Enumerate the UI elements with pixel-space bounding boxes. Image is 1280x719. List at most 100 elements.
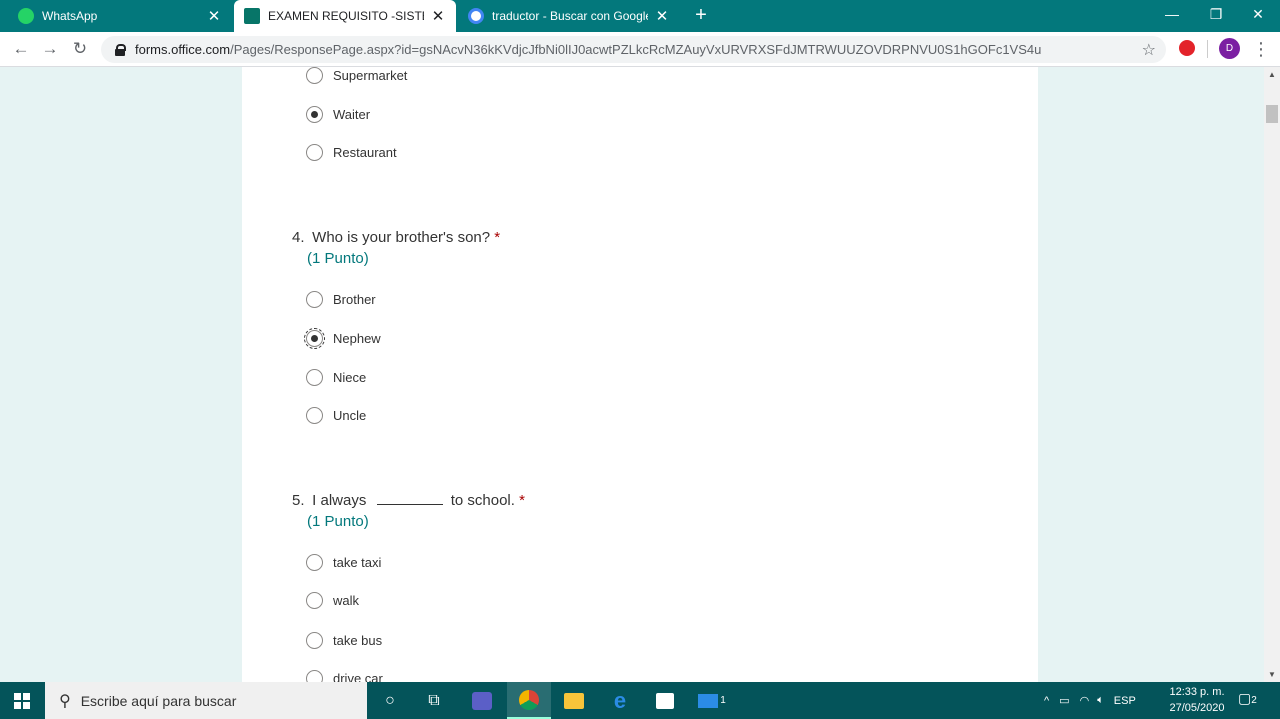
whatsapp-icon (18, 8, 34, 24)
page-viewport: Supermarket Waiter Restaurant 4. Who is … (0, 67, 1264, 682)
radio-button[interactable] (306, 553, 323, 571)
clock[interactable]: 12:33 p. m. 27/05/2020 (1164, 684, 1230, 716)
task-view-icon[interactable]: ⧉ (412, 682, 456, 719)
browser-toolbar: ← → ↻ forms.office.com /Pages/ResponsePa… (0, 32, 1280, 67)
mail-icon[interactable]: 1 (690, 682, 734, 719)
option-label: drive car (333, 670, 383, 683)
option-label: Waiter (333, 106, 371, 122)
tab-title: EXAMEN REQUISITO -SISTEMAS (268, 9, 424, 23)
radio-button[interactable] (304, 327, 325, 349)
battery-icon[interactable]: ▭ (1059, 694, 1069, 707)
option-waiter[interactable]: Waiter (306, 103, 370, 125)
url-host: forms.office.com (135, 42, 231, 57)
close-icon[interactable]: ✕ (430, 7, 446, 25)
radio-button[interactable] (306, 368, 323, 386)
tab-title: traductor - Buscar con Google (492, 9, 648, 23)
question-text-before: I always (312, 492, 367, 509)
option-restaurant[interactable]: Restaurant (306, 141, 397, 163)
option-label: take bus (333, 632, 383, 648)
new-tab-button[interactable]: + (690, 4, 712, 26)
address-bar[interactable]: forms.office.com /Pages/ResponsePage.asp… (101, 36, 1166, 63)
tab-title: WhatsApp (42, 9, 98, 23)
tab-whatsapp[interactable]: WhatsApp ✕ (8, 0, 232, 32)
minimize-button[interactable]: — (1150, 0, 1194, 30)
volume-icon[interactable]: 🔈︎ (1097, 694, 1104, 707)
option-label: walk (333, 592, 360, 608)
search-placeholder: Escribe aquí para buscar (80, 692, 237, 709)
clock-date: 27/05/2020 (1169, 702, 1225, 714)
search-icon: ⚲ (59, 692, 71, 710)
scroll-down-arrow-icon[interactable]: ▼ (1267, 670, 1277, 679)
notification-icon[interactable]: ▢2 (1238, 690, 1260, 710)
language-indicator[interactable]: ESP (1114, 695, 1136, 707)
clock-time: 12:33 p. m. (1169, 686, 1225, 698)
question-points: (1 Punto) (307, 513, 369, 530)
radio-button[interactable] (306, 631, 323, 649)
cortana-icon[interactable]: ○ (368, 682, 412, 719)
restore-button[interactable]: ❐ (1194, 0, 1238, 30)
wifi-icon[interactable]: ◠ (1080, 694, 1090, 707)
question-text-after: to school. (450, 492, 515, 509)
option-label: Supermarket (333, 67, 408, 83)
notification-count: 2 (1251, 695, 1257, 706)
fill-blank (376, 493, 443, 505)
extension-icon[interactable] (1179, 40, 1195, 56)
close-window-button[interactable]: ✕ (1236, 0, 1280, 30)
radio-button[interactable] (306, 406, 323, 424)
store-icon[interactable] (643, 682, 687, 719)
option-label: Niece (333, 369, 367, 385)
radio-button[interactable] (306, 591, 323, 609)
profile-avatar[interactable]: D (1219, 38, 1240, 59)
back-button[interactable]: ← (8, 36, 34, 62)
option-nephew[interactable]: Nephew (304, 327, 381, 349)
google-icon (468, 8, 484, 24)
close-icon[interactable]: ✕ (654, 7, 670, 25)
edge-icon[interactable]: e (598, 682, 642, 719)
scroll-up-arrow-icon[interactable]: ▲ (1267, 70, 1277, 79)
tab-forms[interactable]: EXAMEN REQUISITO -SISTEMAS ✕ (234, 0, 456, 32)
forward-button[interactable]: → (37, 36, 63, 62)
radio-button[interactable] (306, 67, 323, 84)
option-label: Nephew (333, 330, 381, 346)
option-label: Brother (333, 291, 376, 307)
form-card: Supermarket Waiter Restaurant 4. Who is … (242, 67, 1038, 682)
radio-button[interactable] (306, 143, 323, 161)
tab-strip: WhatsApp ✕ EXAMEN REQUISITO -SISTEMAS ✕ … (0, 0, 1280, 32)
teams-icon[interactable] (460, 682, 504, 719)
reload-button[interactable]: ↻ (67, 36, 93, 62)
question-points: (1 Punto) (307, 250, 369, 267)
option-niece[interactable]: Niece (306, 366, 366, 388)
start-button[interactable] (0, 682, 44, 719)
system-tray: ^ ▭ ◠ 🔈︎ ESP (1044, 682, 1136, 719)
close-icon[interactable]: ✕ (206, 7, 222, 25)
option-take-taxi[interactable]: take taxi (306, 551, 381, 573)
forms-icon (244, 8, 260, 24)
scroll-thumb[interactable] (1266, 105, 1278, 123)
question-number: 5. (292, 492, 305, 509)
radio-button[interactable] (306, 105, 323, 123)
option-label: take taxi (333, 554, 382, 570)
bookmark-star-icon[interactable]: ☆ (1142, 40, 1156, 60)
windows-icon (14, 693, 30, 709)
question-title: 5. I always to school. * (292, 492, 525, 509)
more-menu-icon[interactable]: ⋮ (1252, 38, 1270, 60)
option-brother[interactable]: Brother (306, 288, 376, 310)
url-path: /Pages/ResponsePage.aspx?id=gsNAcvN36kKV… (230, 42, 1042, 57)
option-label: Uncle (333, 407, 367, 423)
radio-button[interactable] (306, 669, 323, 682)
radio-button[interactable] (306, 290, 323, 308)
option-supermarket[interactable]: Supermarket (306, 67, 407, 86)
option-walk[interactable]: walk (306, 589, 359, 611)
option-uncle[interactable]: Uncle (306, 404, 366, 426)
chevron-up-icon[interactable]: ^ (1044, 695, 1049, 707)
required-marker: * (494, 229, 501, 246)
vertical-scrollbar[interactable]: ▲ ▼ (1264, 67, 1280, 682)
required-marker: * (519, 492, 525, 509)
taskbar-search[interactable]: ⚲ Escribe aquí para buscar (45, 682, 367, 719)
chrome-icon[interactable] (507, 682, 551, 719)
tab-google[interactable]: traductor - Buscar con Google ✕ (458, 0, 680, 32)
toolbar-divider (1207, 40, 1208, 58)
file-explorer-icon[interactable] (552, 682, 596, 719)
option-take-bus[interactable]: take bus (306, 629, 382, 651)
option-drive-car[interactable]: drive car (306, 667, 383, 682)
